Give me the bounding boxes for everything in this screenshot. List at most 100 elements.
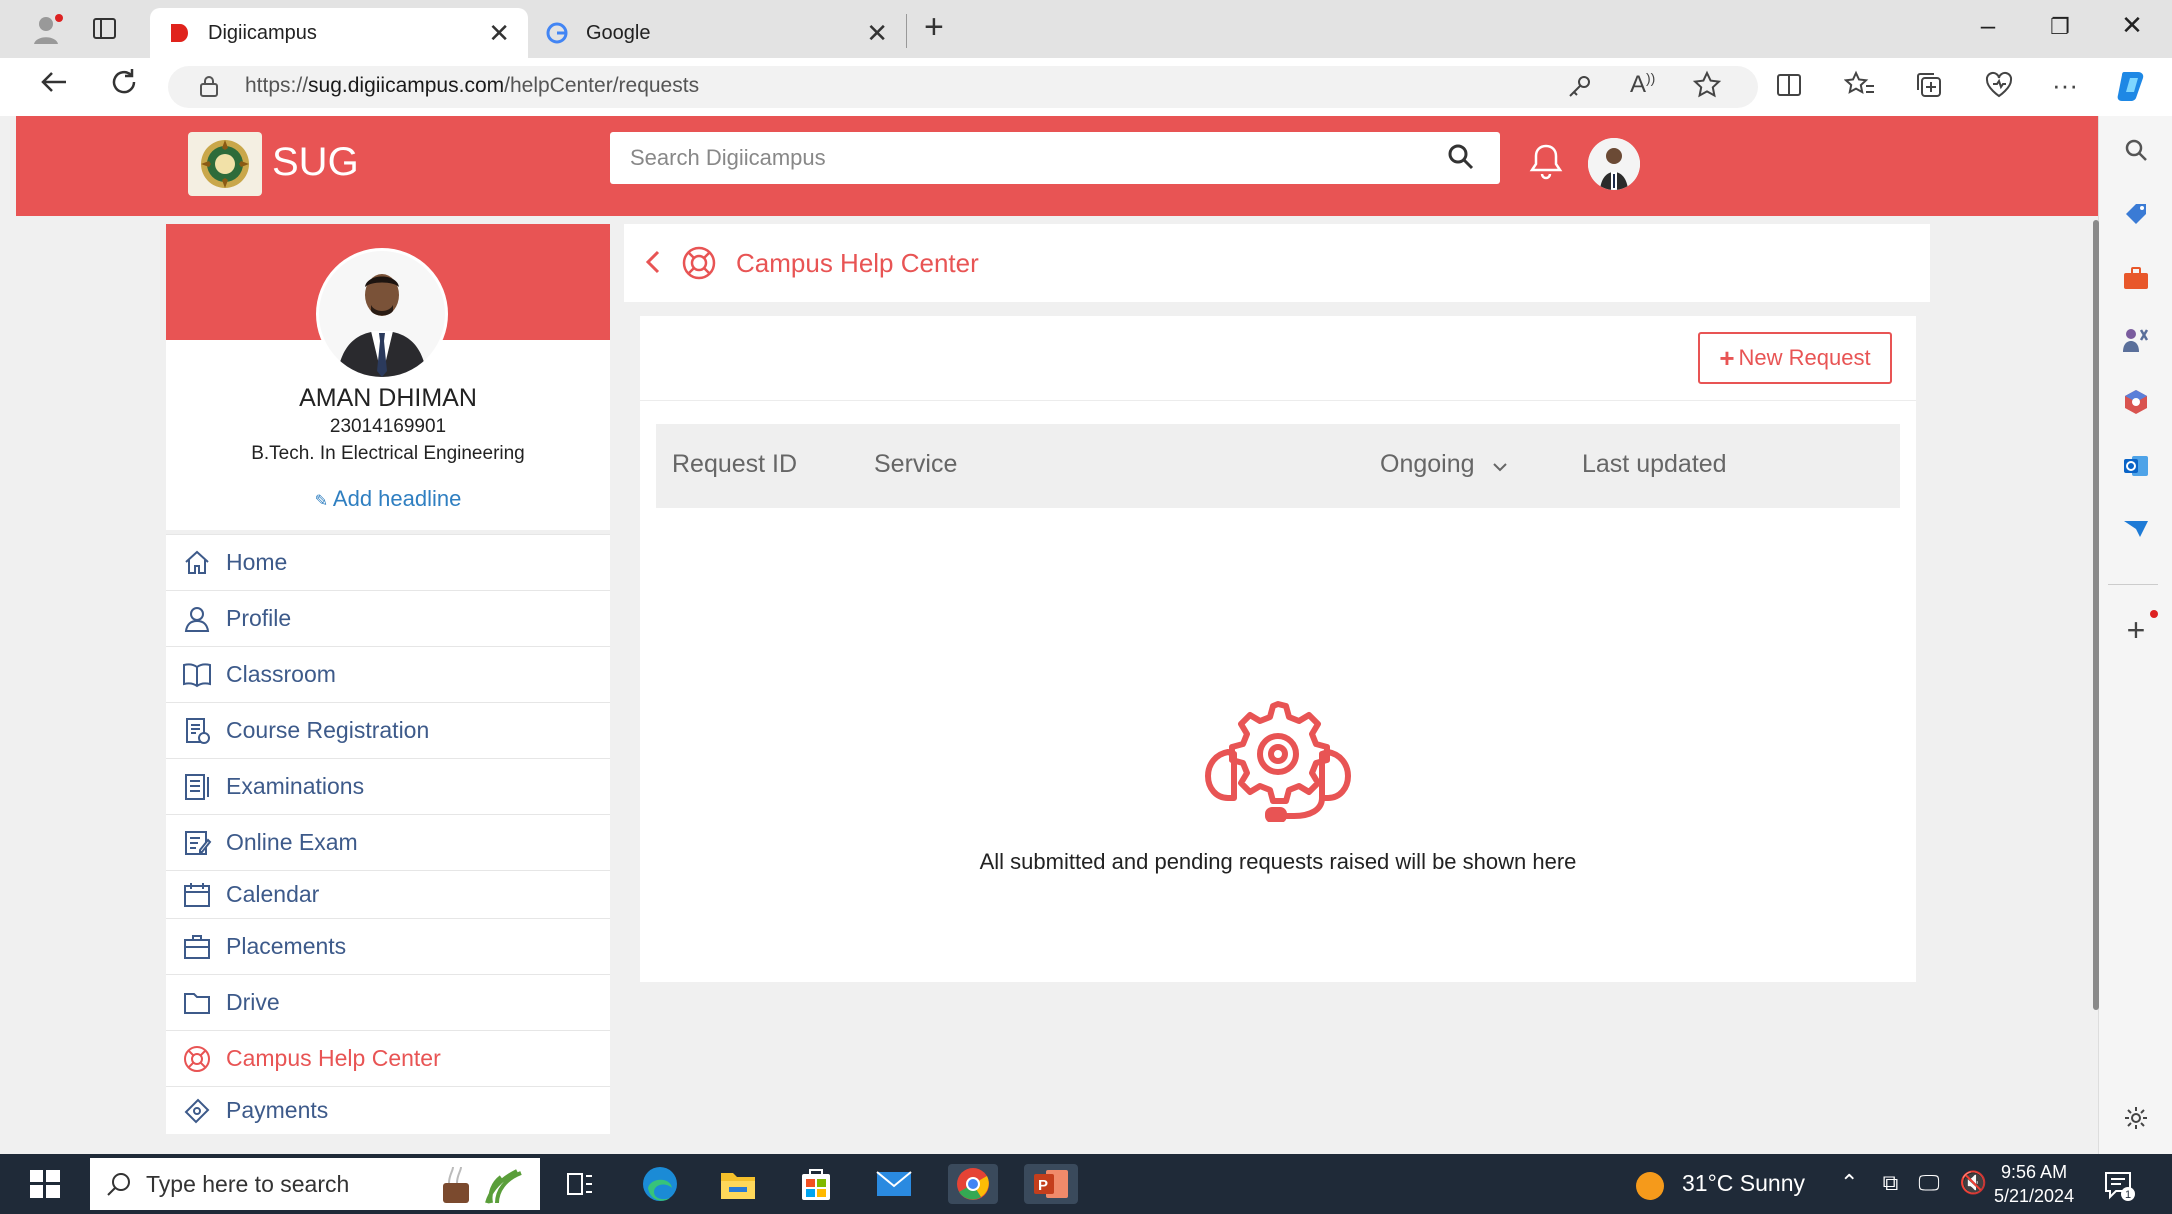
- system-tray: ⌃ ⧉ 🖵 🔇: [1840, 1170, 1987, 1196]
- shopping-tag-icon[interactable]: [2118, 196, 2154, 232]
- status-filter-label: Ongoing: [1380, 450, 1475, 478]
- mail-icon[interactable]: [872, 1164, 916, 1204]
- powerpoint-icon[interactable]: P: [1024, 1164, 1078, 1204]
- page-scrollbar[interactable]: [2093, 220, 2099, 1010]
- lock-icon[interactable]: [198, 74, 220, 103]
- brand-name: SUG: [272, 140, 359, 184]
- nav-item-payments[interactable]: Payments: [166, 1086, 610, 1134]
- restore-icon[interactable]: ❐: [2030, 14, 2090, 40]
- online-exam-icon: [180, 826, 214, 860]
- new-request-button[interactable]: + New Request: [1698, 332, 1892, 384]
- task-view-icon[interactable]: [558, 1164, 602, 1204]
- add-headline-label: Add headline: [332, 486, 462, 511]
- taskbar-search-placeholder: Type here to search: [146, 1170, 350, 1197]
- outlook-icon[interactable]: [2118, 448, 2154, 484]
- nav-item-label: Classroom: [226, 661, 336, 687]
- split-screen-icon[interactable]: [1774, 70, 1804, 105]
- nav-item-label: Payments: [226, 1097, 329, 1123]
- games-icon[interactable]: [2118, 322, 2154, 358]
- favorites-icon[interactable]: [1843, 70, 1876, 105]
- weather-sun-icon[interactable]: [1634, 1170, 1666, 1207]
- browser-essentials-icon[interactable]: [1984, 70, 2014, 105]
- notification-bell-icon[interactable]: [1528, 142, 1564, 185]
- edge-browser-icon[interactable]: [638, 1164, 682, 1204]
- favorite-star-icon[interactable]: [1692, 70, 1722, 105]
- registration-icon: [180, 714, 214, 748]
- nav-item-campus-help-center[interactable]: Campus Help Center: [166, 1030, 610, 1086]
- sidebar-search-icon[interactable]: [2118, 132, 2154, 168]
- nav-item-label: Drive: [226, 989, 280, 1015]
- read-aloud-icon[interactable]: A)): [1630, 70, 1655, 99]
- tools-icon[interactable]: [2118, 260, 2154, 296]
- university-logo[interactable]: [188, 132, 262, 196]
- panel-divider: [640, 400, 1916, 401]
- tab-digiicampus[interactable]: Digiicampus ✕: [150, 8, 528, 58]
- nav-item-home[interactable]: Home: [166, 534, 610, 590]
- taskbar-clock[interactable]: 9:56 AM 5/21/2024: [1994, 1160, 2074, 1208]
- close-tab-icon[interactable]: ✕: [866, 18, 888, 49]
- nav-item-label: Examinations: [226, 773, 365, 799]
- action-center-notification-icon[interactable]: 1: [2102, 1168, 2136, 1207]
- nav-item-label: Online Exam: [226, 829, 358, 855]
- tab-actions-icon[interactable]: [92, 16, 118, 47]
- svg-text:1: 1: [2125, 1189, 2131, 1201]
- new-tab-icon[interactable]: +: [924, 8, 944, 47]
- windows-start-icon[interactable]: [30, 1170, 60, 1203]
- weather-text[interactable]: 31°C Sunny: [1682, 1170, 1805, 1197]
- nav-item-label: Profile: [226, 605, 292, 631]
- copilot-icon[interactable]: [2114, 66, 2152, 109]
- tab-google[interactable]: Google ✕: [528, 8, 906, 58]
- chevron-up-icon[interactable]: ⌃: [1840, 1170, 1858, 1195]
- nav-item-profile[interactable]: Profile: [166, 590, 610, 646]
- folder-icon: [180, 986, 214, 1020]
- home-icon: [180, 546, 214, 580]
- url-text[interactable]: https://sug.digiicampus.com/helpCenter/r…: [245, 74, 699, 98]
- file-explorer-icon[interactable]: [716, 1164, 760, 1204]
- nav-item-course-registration[interactable]: Course Registration: [166, 702, 610, 758]
- nav-item-placements[interactable]: Placements: [166, 918, 610, 974]
- minimize-icon[interactable]: –: [1958, 10, 2018, 41]
- taskbar-search-box[interactable]: Type here to search: [90, 1158, 430, 1210]
- tab-title: Google: [586, 21, 651, 44]
- exam-icon: [180, 770, 214, 804]
- calendar-icon: [180, 878, 214, 912]
- chevron-down-icon: [1491, 451, 1509, 480]
- back-arrow-icon[interactable]: [38, 66, 70, 106]
- add-sidebar-app-icon[interactable]: +: [2118, 612, 2154, 648]
- nav-item-label: Campus Help Center: [226, 1045, 441, 1071]
- nav-item-label: Calendar: [226, 881, 320, 907]
- google-favicon-icon: [546, 22, 568, 44]
- plus-icon: +: [1719, 342, 1735, 373]
- refresh-icon[interactable]: [108, 66, 140, 106]
- nav-item-label: Home: [226, 549, 288, 575]
- back-chevron-icon[interactable]: [640, 244, 666, 285]
- network-icon[interactable]: 🖵: [1918, 1170, 1939, 1195]
- telegram-send-icon[interactable]: [2118, 510, 2154, 546]
- nav-item-calendar[interactable]: Calendar: [166, 870, 610, 918]
- nav-item-online-exam[interactable]: Online Exam: [166, 814, 610, 870]
- microsoft-store-icon[interactable]: [794, 1164, 838, 1204]
- profile-icon[interactable]: [30, 12, 66, 53]
- search-highlight-icon[interactable]: [430, 1158, 540, 1210]
- close-tab-icon[interactable]: ✕: [488, 18, 510, 49]
- more-options-icon[interactable]: ···: [2052, 70, 2078, 101]
- password-key-icon[interactable]: [1566, 72, 1594, 105]
- search-input[interactable]: [610, 132, 1500, 184]
- collections-icon[interactable]: [1914, 70, 1944, 105]
- status-filter-dropdown[interactable]: Ongoing: [1380, 450, 1509, 480]
- add-headline-link[interactable]: ✎ Add headline: [166, 486, 610, 512]
- office-icon[interactable]: [2118, 384, 2154, 420]
- chrome-icon[interactable]: [948, 1164, 998, 1204]
- user-avatar[interactable]: [1588, 138, 1640, 190]
- sidebar-settings-icon[interactable]: [2118, 1100, 2154, 1136]
- profile-avatar[interactable]: [316, 248, 448, 380]
- meet-now-icon[interactable]: ⧉: [1883, 1170, 1899, 1195]
- tab-divider: [906, 14, 907, 48]
- nav-item-classroom[interactable]: Classroom: [166, 646, 610, 702]
- volume-muted-icon[interactable]: 🔇: [1960, 1170, 1987, 1195]
- close-window-icon[interactable]: ✕: [2102, 10, 2162, 41]
- nav-item-examinations[interactable]: Examinations: [166, 758, 610, 814]
- nav-item-drive[interactable]: Drive: [166, 974, 610, 1030]
- requests-panel: [640, 316, 1916, 982]
- search-icon[interactable]: [1446, 142, 1476, 177]
